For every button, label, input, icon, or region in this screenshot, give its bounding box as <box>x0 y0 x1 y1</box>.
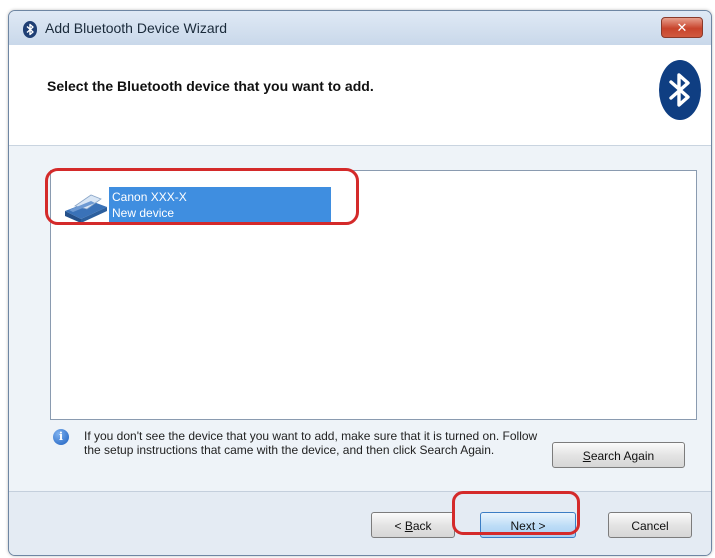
search-again-button[interactable]: Search Again <box>552 442 685 468</box>
back-label: ack <box>412 519 432 533</box>
cancel-button[interactable]: Cancel <box>608 512 692 538</box>
close-icon: ✕ <box>676 20 688 35</box>
search-again-label: earch Again <box>590 449 655 463</box>
wizard-window: Add Bluetooth Device Wizard ✕ Select the… <box>8 10 712 556</box>
header-instruction: Select the Bluetooth device that you wan… <box>47 78 374 94</box>
device-annotation-outline <box>45 168 359 225</box>
info-message: If you don't see the device that you wan… <box>84 429 538 457</box>
title-bar[interactable]: Add Bluetooth Device Wizard ✕ <box>9 11 711 45</box>
search-again-accel: S <box>582 449 591 463</box>
wizard-footer: < Back Next > Cancel <box>9 491 711 555</box>
back-accel: B <box>404 519 413 533</box>
bluetooth-logo-icon <box>659 60 701 120</box>
wizard-header: Select the Bluetooth device that you wan… <box>9 45 711 146</box>
back-button[interactable]: < Back <box>371 512 455 538</box>
window-title: Add Bluetooth Device Wizard <box>45 20 228 36</box>
back-prefix: < <box>394 519 405 533</box>
close-button[interactable]: ✕ <box>661 17 703 38</box>
next-annotation-outline <box>452 491 580 535</box>
bluetooth-icon <box>23 21 37 38</box>
info-icon: i <box>53 429 69 445</box>
